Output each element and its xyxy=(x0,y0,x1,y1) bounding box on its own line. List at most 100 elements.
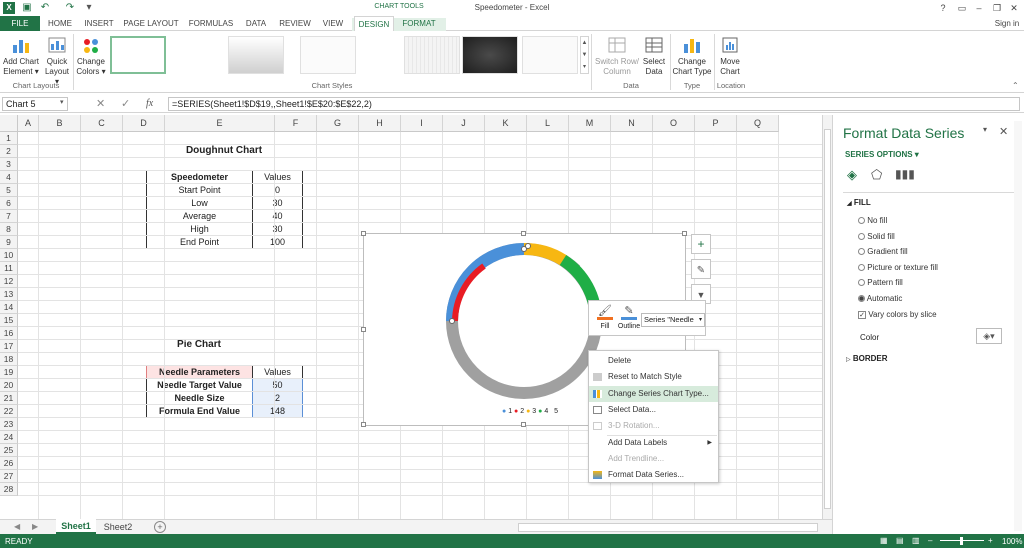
minimize-icon[interactable]: – xyxy=(972,1,986,15)
series-point-handle[interactable] xyxy=(449,318,455,324)
row-header-15[interactable]: 15 xyxy=(0,314,18,327)
row-header-21[interactable]: 21 xyxy=(0,392,18,405)
row-header-26[interactable]: 26 xyxy=(0,457,18,470)
page-break-view-icon[interactable]: ▥ xyxy=(912,536,920,545)
row-header-6[interactable]: 6 xyxy=(0,197,18,210)
row-header-14[interactable]: 14 xyxy=(0,301,18,314)
tab-page-layout[interactable]: PAGE LAYOUT xyxy=(121,16,181,31)
chart-style-4[interactable] xyxy=(404,36,460,74)
row-header-9[interactable]: 9 xyxy=(0,236,18,249)
column-header-a[interactable]: A xyxy=(18,115,39,132)
column-header-d[interactable]: D xyxy=(123,115,165,132)
doughnut-cell-label[interactable]: Average xyxy=(146,209,253,223)
series-options-dropdown[interactable]: SERIES OPTIONS ▾ xyxy=(845,150,919,159)
doughnut-header-speedometer[interactable]: Speedometer xyxy=(146,170,253,184)
pane-options-icon[interactable]: ▾ xyxy=(983,125,987,134)
tab-data[interactable]: DATA xyxy=(241,16,271,31)
row-header-16[interactable]: 16 xyxy=(0,327,18,340)
fill-section-header[interactable]: ◢ FILL xyxy=(847,198,871,207)
resize-handle[interactable] xyxy=(361,231,366,236)
pie-cell-label[interactable]: Needle Target Value xyxy=(146,378,253,392)
series-point-handle[interactable] xyxy=(525,243,531,249)
quick-layout-button[interactable]: Quick Layout ▾ xyxy=(42,35,72,87)
row-header-18[interactable]: 18 xyxy=(0,353,18,366)
change-colors-button[interactable]: Change Colors ▾ xyxy=(75,35,107,77)
row-header-5[interactable]: 5 xyxy=(0,184,18,197)
tab-file[interactable]: FILE xyxy=(0,16,40,31)
row-header-28[interactable]: 28 xyxy=(0,483,18,496)
prev-sheet-icon[interactable]: ◀ xyxy=(14,522,20,531)
column-header-k[interactable]: K xyxy=(485,115,527,132)
select-data-button[interactable]: Select Data xyxy=(640,35,668,77)
menu-item-change-series-chart-type[interactable]: Change Series Chart Type... xyxy=(589,386,718,402)
chart-styles-button[interactable]: ✎ xyxy=(691,259,711,279)
vertical-scroll-thumb[interactable] xyxy=(824,129,831,509)
row-header-3[interactable]: 3 xyxy=(0,158,18,171)
close-icon[interactable]: ✕ xyxy=(1007,1,1021,15)
row-header-22[interactable]: 22 xyxy=(0,405,18,418)
option-automatic[interactable]: Automatic xyxy=(858,294,902,303)
name-box[interactable]: Chart 5 xyxy=(2,97,68,111)
ring-segment-yellow[interactable] xyxy=(523,242,570,268)
menu-item-delete[interactable]: Delete xyxy=(589,353,718,369)
column-header-g[interactable]: G xyxy=(317,115,359,132)
pie-cell-value[interactable]: 50 xyxy=(252,378,303,392)
pane-close-icon[interactable]: ✕ xyxy=(999,125,1008,138)
doughnut-cell-label[interactable]: High xyxy=(146,222,253,236)
row-header-24[interactable]: 24 xyxy=(0,431,18,444)
name-box-dropdown-icon[interactable]: ▾ xyxy=(60,98,64,106)
doughnut-cell-value[interactable]: 40 xyxy=(252,209,303,223)
pie-cell-label[interactable]: Formula End Value xyxy=(146,404,253,418)
tab-format[interactable]: FORMAT xyxy=(398,16,440,31)
option-no-fill[interactable]: No fill xyxy=(858,216,887,225)
row-header-27[interactable]: 27 xyxy=(0,470,18,483)
doughnut-cell-value[interactable]: 30 xyxy=(252,222,303,236)
option-picture-texture-fill[interactable]: Picture or texture fill xyxy=(858,263,938,272)
move-chart-button[interactable]: Move Chart xyxy=(716,35,744,77)
border-section-header[interactable]: ▷ BORDER xyxy=(846,354,888,363)
formula-input[interactable]: =SERIES(Sheet1!$D$19,,Sheet1!$E$20:$E$22… xyxy=(168,97,1020,111)
sheet-tab-sheet2[interactable]: Sheet2 xyxy=(98,520,138,534)
next-sheet-icon[interactable]: ▶ xyxy=(32,522,38,531)
horizontal-scrollbar[interactable] xyxy=(518,523,818,532)
column-header-f[interactable]: F xyxy=(275,115,317,132)
option-solid-fill[interactable]: Solid fill xyxy=(858,232,895,241)
zoom-slider-thumb[interactable] xyxy=(960,537,963,545)
chart-legend[interactable]: ● 1 ● 2 ● 3 ● 4 5 xyxy=(490,408,570,415)
tab-view[interactable]: VIEW xyxy=(318,16,348,31)
series-options-tab-icon[interactable]: ▮▮▮ xyxy=(895,167,915,181)
restore-icon[interactable]: ❐ xyxy=(990,1,1004,15)
ribbon-display-icon[interactable]: ▭ xyxy=(955,1,969,15)
column-header-p[interactable]: P xyxy=(695,115,737,132)
column-header-c[interactable]: C xyxy=(81,115,123,132)
doughnut-header-values[interactable]: Values xyxy=(252,170,303,184)
sheet-tab-sheet1[interactable]: Sheet1 xyxy=(56,519,96,534)
option-pattern-fill[interactable]: Pattern fill xyxy=(858,278,903,287)
pane-scrollbar[interactable] xyxy=(1014,121,1022,531)
outline-button[interactable]: ✎ Outline xyxy=(617,304,641,330)
normal-view-icon[interactable]: ▦ xyxy=(880,536,888,545)
menu-item-add-data-labels[interactable]: Add Data Labels ▶ xyxy=(589,435,718,451)
tab-insert[interactable]: INSERT xyxy=(82,16,116,31)
column-header-n[interactable]: N xyxy=(611,115,653,132)
row-header-23[interactable]: 23 xyxy=(0,418,18,431)
column-header-o[interactable]: O xyxy=(653,115,695,132)
insert-function-button[interactable]: fx xyxy=(146,98,153,109)
color-picker-button[interactable]: ◈▾ xyxy=(976,328,1002,344)
row-header-1[interactable]: 1 xyxy=(0,132,18,145)
fill-line-tab-icon[interactable]: ◈ xyxy=(847,167,857,183)
help-icon[interactable]: ? xyxy=(936,1,950,15)
chart-style-1[interactable] xyxy=(110,36,166,74)
chart-style-2[interactable] xyxy=(228,36,284,74)
row-header-19[interactable]: 19 xyxy=(0,366,18,379)
add-sheet-icon[interactable]: + xyxy=(154,521,166,533)
collapse-ribbon-icon[interactable]: ⌃ xyxy=(1012,81,1019,90)
switch-row-column-button[interactable]: Switch Row/ Column xyxy=(594,35,640,77)
row-header-10[interactable]: 10 xyxy=(0,249,18,262)
page-layout-view-icon[interactable]: ▤ xyxy=(896,536,904,545)
resize-handle[interactable] xyxy=(682,231,687,236)
pie-header-values[interactable]: Values xyxy=(252,365,303,379)
column-header-b[interactable]: B xyxy=(39,115,81,132)
resize-handle[interactable] xyxy=(361,327,366,332)
chart-style-5[interactable] xyxy=(462,36,518,74)
